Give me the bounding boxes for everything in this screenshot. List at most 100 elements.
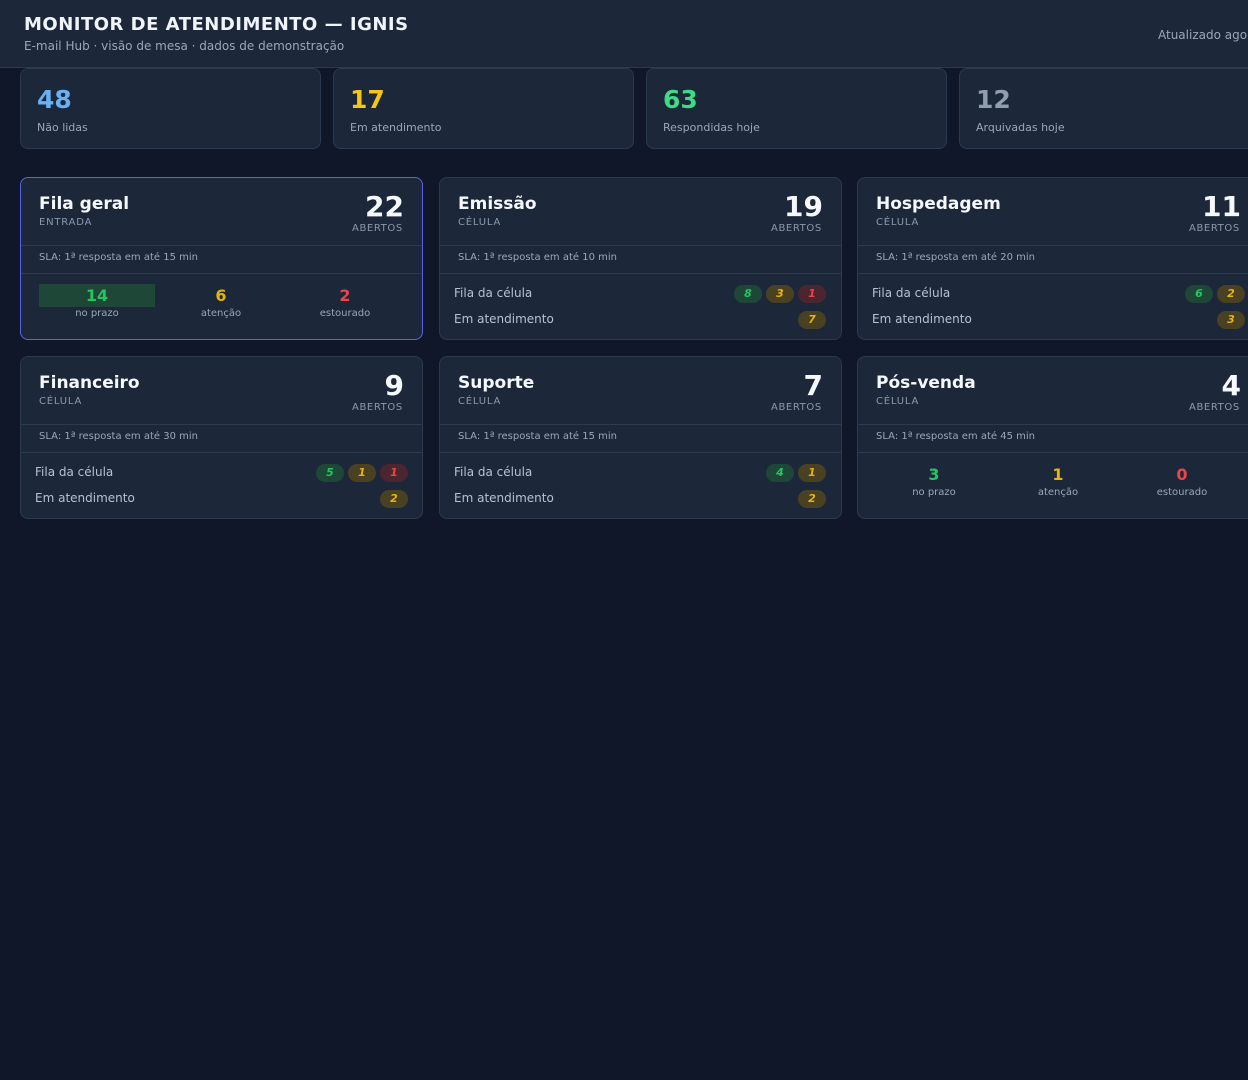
pill-attention: 3 bbox=[766, 285, 794, 303]
queue-kind: CÉLULA bbox=[39, 396, 83, 407]
pill-breached: 1 bbox=[798, 285, 826, 303]
sla-attention: 6 atenção bbox=[163, 284, 279, 319]
divider bbox=[858, 245, 1248, 246]
open-count: 22 bbox=[365, 190, 404, 223]
open-label: ABERTOS bbox=[352, 402, 403, 413]
open-count: 7 bbox=[803, 369, 823, 402]
queue-card-suporte[interactable]: Suporte CÉLULA 7 ABERTOS SLA: 1ª respost… bbox=[439, 356, 842, 519]
divider bbox=[21, 452, 422, 453]
queue-row-label: Fila da célula bbox=[454, 465, 533, 479]
queue-name: Suporte bbox=[458, 373, 535, 393]
pill-attention: 2 bbox=[1217, 285, 1245, 303]
stat-label: Arquivadas hoje bbox=[976, 121, 1065, 134]
divider bbox=[858, 452, 1248, 453]
stat-label: Respondidas hoje bbox=[663, 121, 760, 134]
sla-breached: 0 estourado bbox=[1124, 463, 1240, 498]
queue-kind: ENTRADA bbox=[39, 217, 93, 228]
pill-on-time: 5 bbox=[316, 464, 344, 482]
divider bbox=[440, 424, 841, 425]
sla-on-time-value: 14 bbox=[39, 284, 155, 307]
stat-card-answered: 63 Respondidas hoje bbox=[646, 68, 947, 149]
sla-text: SLA: 1ª resposta em até 45 min bbox=[876, 431, 1035, 442]
queue-card-pos-venda[interactable]: Pós-venda CÉLULA 4 ABERTOS SLA: 1ª respo… bbox=[857, 356, 1248, 519]
pill-attention: 1 bbox=[348, 464, 376, 482]
stat-card-archived: 12 Arquivadas hoje bbox=[959, 68, 1248, 149]
stat-value: 12 bbox=[976, 85, 1011, 114]
open-label: ABERTOS bbox=[352, 223, 403, 234]
divider bbox=[440, 245, 841, 246]
queue-name: Pós-venda bbox=[876, 373, 976, 393]
open-count: 9 bbox=[384, 369, 404, 402]
sla-attention-label: atenção bbox=[1037, 487, 1079, 498]
queue-name: Emissão bbox=[458, 194, 537, 214]
in-service-row-label: Em atendimento bbox=[454, 312, 554, 326]
pill-in-service: 2 bbox=[380, 490, 408, 508]
in-service-row-label: Em atendimento bbox=[35, 491, 135, 505]
stat-card-unread: 48 Não lidas bbox=[20, 68, 321, 149]
stat-value: 63 bbox=[663, 85, 698, 114]
queue-card-financeiro[interactable]: Financeiro CÉLULA 9 ABERTOS SLA: 1ª resp… bbox=[20, 356, 423, 519]
queue-row-label: Fila da célula bbox=[454, 286, 533, 300]
queue-kind: CÉLULA bbox=[876, 396, 920, 407]
divider bbox=[440, 273, 841, 274]
stat-value: 17 bbox=[350, 85, 385, 114]
sla-attention-label: atenção bbox=[200, 308, 242, 319]
queue-row-label: Fila da célula bbox=[872, 286, 951, 300]
sla-text: SLA: 1ª resposta em até 30 min bbox=[39, 431, 198, 442]
pill-in-service: 7 bbox=[798, 311, 826, 329]
stat-value: 48 bbox=[37, 85, 72, 114]
sla-text: SLA: 1ª resposta em até 20 min bbox=[876, 252, 1035, 263]
queue-name: Financeiro bbox=[39, 373, 140, 393]
queue-name: Fila geral bbox=[39, 194, 130, 214]
pill-breached: 1 bbox=[380, 464, 408, 482]
sla-on-time-label: no prazo bbox=[912, 487, 956, 498]
pill-in-service: 3 bbox=[1217, 311, 1245, 329]
open-label: ABERTOS bbox=[771, 223, 822, 234]
queue-row-label: Fila da célula bbox=[35, 465, 114, 479]
pill-in-service: 2 bbox=[798, 490, 826, 508]
sla-breached-value: 0 bbox=[1176, 465, 1188, 484]
sla-breached-value: 2 bbox=[339, 286, 351, 305]
stat-label: Em atendimento bbox=[350, 121, 442, 134]
page-subtitle: E-mail Hub · visão de mesa · dados de de… bbox=[24, 39, 345, 53]
queue-name: Hospedagem bbox=[876, 194, 1001, 214]
stat-label: Não lidas bbox=[37, 121, 88, 134]
sla-attention: 1 atenção bbox=[1000, 463, 1116, 498]
divider bbox=[21, 273, 422, 274]
pill-on-time: 6 bbox=[1185, 285, 1213, 303]
sla-text: SLA: 1ª resposta em até 10 min bbox=[458, 252, 617, 263]
stat-card-in-service: 17 Em atendimento bbox=[333, 68, 634, 149]
queue-card-hospedagem[interactable]: Hospedagem CÉLULA 11 ABERTOS SLA: 1ª res… bbox=[857, 177, 1248, 340]
sla-text: SLA: 1ª resposta em até 15 min bbox=[39, 252, 198, 263]
divider bbox=[21, 245, 422, 246]
sla-attention-value: 6 bbox=[215, 286, 227, 305]
sla-breached-label: estourado bbox=[1156, 487, 1208, 498]
sla-breached-label: estourado bbox=[319, 308, 371, 319]
open-label: ABERTOS bbox=[771, 402, 822, 413]
open-count: 4 bbox=[1221, 369, 1241, 402]
divider bbox=[858, 424, 1248, 425]
sla-breached: 2 estourado bbox=[287, 284, 403, 319]
sla-on-time-label: no prazo bbox=[75, 308, 119, 319]
pill-attention: 1 bbox=[798, 464, 826, 482]
open-count: 11 bbox=[1202, 190, 1241, 223]
queue-card-fila-geral[interactable]: Fila geral ENTRADA 22 ABERTOS SLA: 1ª re… bbox=[20, 177, 423, 340]
in-service-row-label: Em atendimento bbox=[454, 491, 554, 505]
sla-attention-value: 1 bbox=[1052, 465, 1064, 484]
divider bbox=[858, 273, 1248, 274]
sla-text: SLA: 1ª resposta em até 15 min bbox=[458, 431, 617, 442]
app-header: MONITOR DE ATENDIMENTO — IGNIS E-mail Hu… bbox=[0, 0, 1248, 68]
queue-card-emissao[interactable]: Emissão CÉLULA 19 ABERTOS SLA: 1ª respos… bbox=[439, 177, 842, 340]
page-title: MONITOR DE ATENDIMENTO — IGNIS bbox=[24, 14, 409, 35]
updated-status: Atualizado agora bbox=[1158, 28, 1248, 42]
in-service-row-label: Em atendimento bbox=[872, 312, 972, 326]
sla-on-time: 14 no prazo bbox=[39, 284, 155, 319]
queue-kind: CÉLULA bbox=[458, 217, 502, 228]
divider bbox=[440, 452, 841, 453]
open-count: 19 bbox=[784, 190, 823, 223]
pill-on-time: 8 bbox=[734, 285, 762, 303]
sla-on-time-value: 3 bbox=[928, 465, 940, 484]
open-label: ABERTOS bbox=[1189, 402, 1240, 413]
queue-kind: CÉLULA bbox=[458, 396, 502, 407]
divider bbox=[21, 424, 422, 425]
